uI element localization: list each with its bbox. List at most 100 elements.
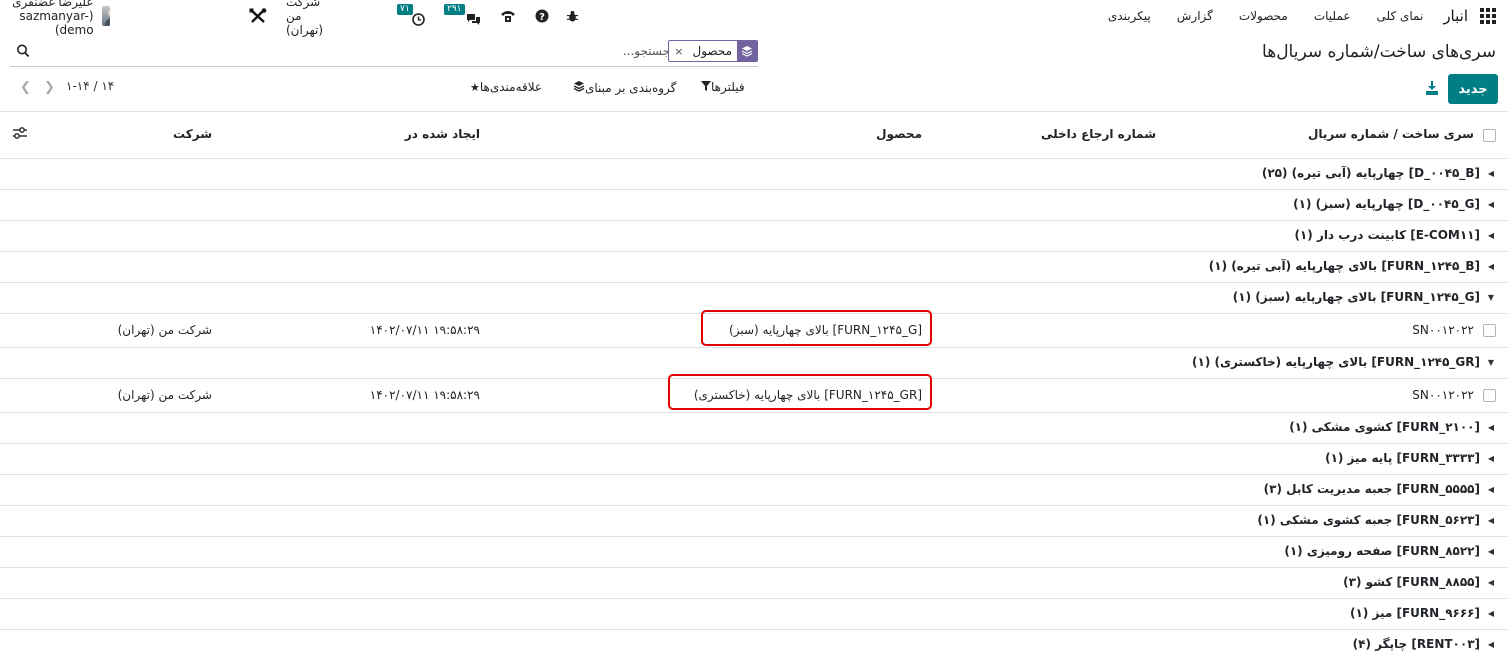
favorites-label: علاقه‌مندی‌ها xyxy=(479,80,543,94)
group-row[interactable]: ◀ [D_۰۰۴۵_G] چهارپایه (سبز) (۱) xyxy=(0,190,1508,221)
col-lot[interactable]: سری ساخت / شماره سریال xyxy=(1308,127,1474,141)
tools-icon[interactable] xyxy=(249,0,267,32)
group-label: [D_۰۰۴۵_G] چهارپایه (سبز) (۱) xyxy=(1293,197,1480,211)
list-view: سری ساخت / شماره سریال شماره ارجاع داخلی… xyxy=(0,111,1508,653)
group-label: [FURN_۵۵۵۵] جعبه مدیریت کابل (۳) xyxy=(1263,482,1480,496)
search-input[interactable] xyxy=(70,41,670,61)
pager-next-icon[interactable]: ❯ xyxy=(44,80,55,95)
phone-icon[interactable] xyxy=(500,0,516,32)
groupby-button[interactable]: گروه‌بندی بر مبنای xyxy=(569,80,676,95)
lot-cell: SN۰۰۱۲۰۲۲ xyxy=(1412,388,1474,402)
favorites-button[interactable]: ★ علاقه‌مندی‌ها xyxy=(466,80,542,94)
app-name[interactable]: انبار xyxy=(1443,7,1468,25)
activity-count-badge: ۷۱ xyxy=(397,4,413,15)
pager-value[interactable]: ۱-۱۴ / ۱۴ xyxy=(66,79,114,93)
caret-left-icon: ◀ xyxy=(1487,485,1494,494)
caret-left-icon: ◀ xyxy=(1487,423,1494,432)
highlight-box xyxy=(668,374,932,410)
caret-left-icon: ◀ xyxy=(1487,231,1494,240)
caret-down-icon: ▼ xyxy=(1487,293,1494,302)
activity-icon[interactable]: ۷۱ xyxy=(397,0,425,32)
facet-value: محصول xyxy=(692,44,733,58)
caret-down-icon: ▼ xyxy=(1487,358,1494,367)
caret-left-icon: ◀ xyxy=(1487,454,1494,463)
menu-products[interactable]: محصولات xyxy=(1239,9,1288,23)
menu-reporting[interactable]: گزارش xyxy=(1177,9,1213,23)
discuss-count-badge: ۲۹۱ xyxy=(444,4,465,15)
row-checkbox[interactable] xyxy=(1483,324,1496,337)
user-menu[interactable]: علیرضا غضنفری (sazmanyar-demo) xyxy=(8,0,111,37)
menu-operations[interactable]: عملیات xyxy=(1314,9,1351,23)
layers-icon xyxy=(737,41,757,61)
created-cell: ۱۴۰۲/۰۷/۱۱ ۱۹:۵۸:۲۹ xyxy=(369,388,480,402)
filters-label: فیلترها xyxy=(711,80,745,94)
group-label: [FURN_۹۶۶۶] میز (۱) xyxy=(1350,606,1480,620)
group-row[interactable]: ◀ [FURN_۸۸۵۵] کشو (۳) xyxy=(0,568,1508,599)
caret-left-icon: ◀ xyxy=(1487,640,1494,649)
group-label: [FURN_۱۲۴۵_G] بالای چهارپایه (سبز) (۱) xyxy=(1232,290,1480,304)
user-avatar xyxy=(101,6,111,26)
group-label: [RENT۰۰۳] چاپگر (۴) xyxy=(1352,637,1480,651)
highlight-box xyxy=(701,310,932,346)
group-label: [FURN_۵۶۲۳] جعبه کشوی مشکی (۱) xyxy=(1257,513,1480,527)
row-checkbox[interactable] xyxy=(1483,389,1496,402)
caret-left-icon: ◀ xyxy=(1487,262,1494,271)
groupby-label: گروه‌بندی بر مبنای xyxy=(585,80,677,95)
search-bar: محصول × xyxy=(10,39,758,67)
col-company[interactable]: شرکت xyxy=(173,127,212,141)
select-all-checkbox[interactable] xyxy=(1483,129,1496,142)
group-label: [FURN_۱۲۴۵_GR] بالای چهارپایه (خاکستری) … xyxy=(1192,355,1480,369)
group-label: [FURN_۱۲۴۵_B] بالای چهارپایه (آبی تیره) … xyxy=(1208,259,1480,273)
menu-overview[interactable]: نمای کلی xyxy=(1376,9,1423,23)
col-created[interactable]: ایجاد شده در xyxy=(405,127,480,141)
filters-button[interactable]: فیلترها xyxy=(697,80,745,94)
menu-configuration[interactable]: پیکربندی xyxy=(1108,9,1151,23)
lot-cell: SN۰۰۱۲۰۲۲ xyxy=(1412,323,1474,337)
group-label: [FURN_۲۱۰۰] کشوی مشکی (۱) xyxy=(1289,420,1480,434)
group-row[interactable]: ◀ [FURN_۵۵۵۵] جعبه مدیریت کابل (۳) xyxy=(0,475,1508,506)
group-row[interactable]: ◀ [RENT۰۰۳] چاپگر (۴) xyxy=(0,630,1508,653)
caret-left-icon: ◀ xyxy=(1487,578,1494,587)
new-button[interactable]: جدید xyxy=(1448,74,1498,104)
search-facet-product[interactable]: محصول × xyxy=(668,40,758,62)
group-row[interactable]: ◀ [E-COM۱۱] کابینت درب دار (۱) xyxy=(0,221,1508,252)
col-ref[interactable]: شماره ارجاع داخلی xyxy=(1041,127,1156,141)
layers-icon xyxy=(573,80,585,95)
group-row[interactable]: ◀ [FURN_۲۱۰۰] کشوی مشکی (۱) xyxy=(0,413,1508,444)
svg-text:?: ? xyxy=(539,12,545,23)
caret-left-icon: ◀ xyxy=(1487,169,1494,178)
company-switcher[interactable]: شرکت من (تهران) xyxy=(286,0,323,37)
filter-icon xyxy=(701,80,711,94)
table-row[interactable]: SN۰۰۱۲۰۲۲ [FURN_۱۲۴۵_G] بالای چهارپایه (س… xyxy=(0,310,1508,348)
group-label: [E-COM۱۱] کابینت درب دار (۱) xyxy=(1294,228,1480,242)
column-settings-icon[interactable] xyxy=(12,126,28,140)
search-icon[interactable] xyxy=(16,43,30,59)
discuss-icon[interactable]: ۲۹۱ xyxy=(444,0,481,32)
pager-prev-icon[interactable]: ❮ xyxy=(20,80,31,95)
company-name: شرکت من (تهران) xyxy=(286,0,324,37)
company-cell: شرکت من (تهران) xyxy=(117,388,212,402)
group-row[interactable]: ◀ [FURN_۹۶۶۶] میز (۱) xyxy=(0,599,1508,630)
help-icon[interactable]: ? xyxy=(535,0,549,32)
table-row[interactable]: SN۰۰۱۲۰۲۲ [FURN_۱۲۴۵_GR] بالای چهارپایه (… xyxy=(0,374,1508,413)
caret-left-icon: ◀ xyxy=(1487,547,1494,556)
group-label: [FURN_۸۵۲۲] صفحه رومیزی (۱) xyxy=(1284,544,1480,558)
group-label: [FURN_۳۳۳۳] پایه میز (۱) xyxy=(1325,451,1480,465)
main-menu: انبار نمای کلی عملیات محصولات گزارش پیکر… xyxy=(1082,0,1508,32)
facet-remove-icon[interactable]: × xyxy=(669,41,687,61)
group-row[interactable]: ◀ [FURN_۱۲۴۵_B] بالای چهارپایه (آبی تیره)… xyxy=(0,252,1508,283)
table-header: سری ساخت / شماره سریال شماره ارجاع داخلی… xyxy=(0,111,1508,159)
table-body: ◀ [D_۰۰۴۵_B] چهارپایه (آبی تیره) (۲۵) ◀ [D_… xyxy=(0,159,1508,653)
user-name: علیرضا غضنفری (sazmanyar-demo) xyxy=(12,0,94,37)
download-icon[interactable] xyxy=(1422,78,1442,98)
debug-bug-icon[interactable] xyxy=(566,0,579,32)
group-row[interactable]: ◀ [FURN_۳۳۳۳] پایه میز (۱) xyxy=(0,444,1508,475)
top-navbar: انبار نمای کلی عملیات محصولات گزارش پیکر… xyxy=(0,0,1508,37)
group-row[interactable]: ◀ [D_۰۰۴۵_B] چهارپایه (آبی تیره) (۲۵) xyxy=(0,159,1508,190)
caret-left-icon: ◀ xyxy=(1487,609,1494,618)
col-product[interactable]: محصول xyxy=(876,127,922,141)
group-row[interactable]: ◀ [FURN_۵۶۲۳] جعبه کشوی مشکی (۱) xyxy=(0,506,1508,537)
group-row[interactable]: ◀ [FURN_۸۵۲۲] صفحه رومیزی (۱) xyxy=(0,537,1508,568)
group-label: [D_۰۰۴۵_B] چهارپایه (آبی تیره) (۲۵) xyxy=(1261,166,1480,180)
apps-menu-icon[interactable] xyxy=(1480,8,1496,24)
